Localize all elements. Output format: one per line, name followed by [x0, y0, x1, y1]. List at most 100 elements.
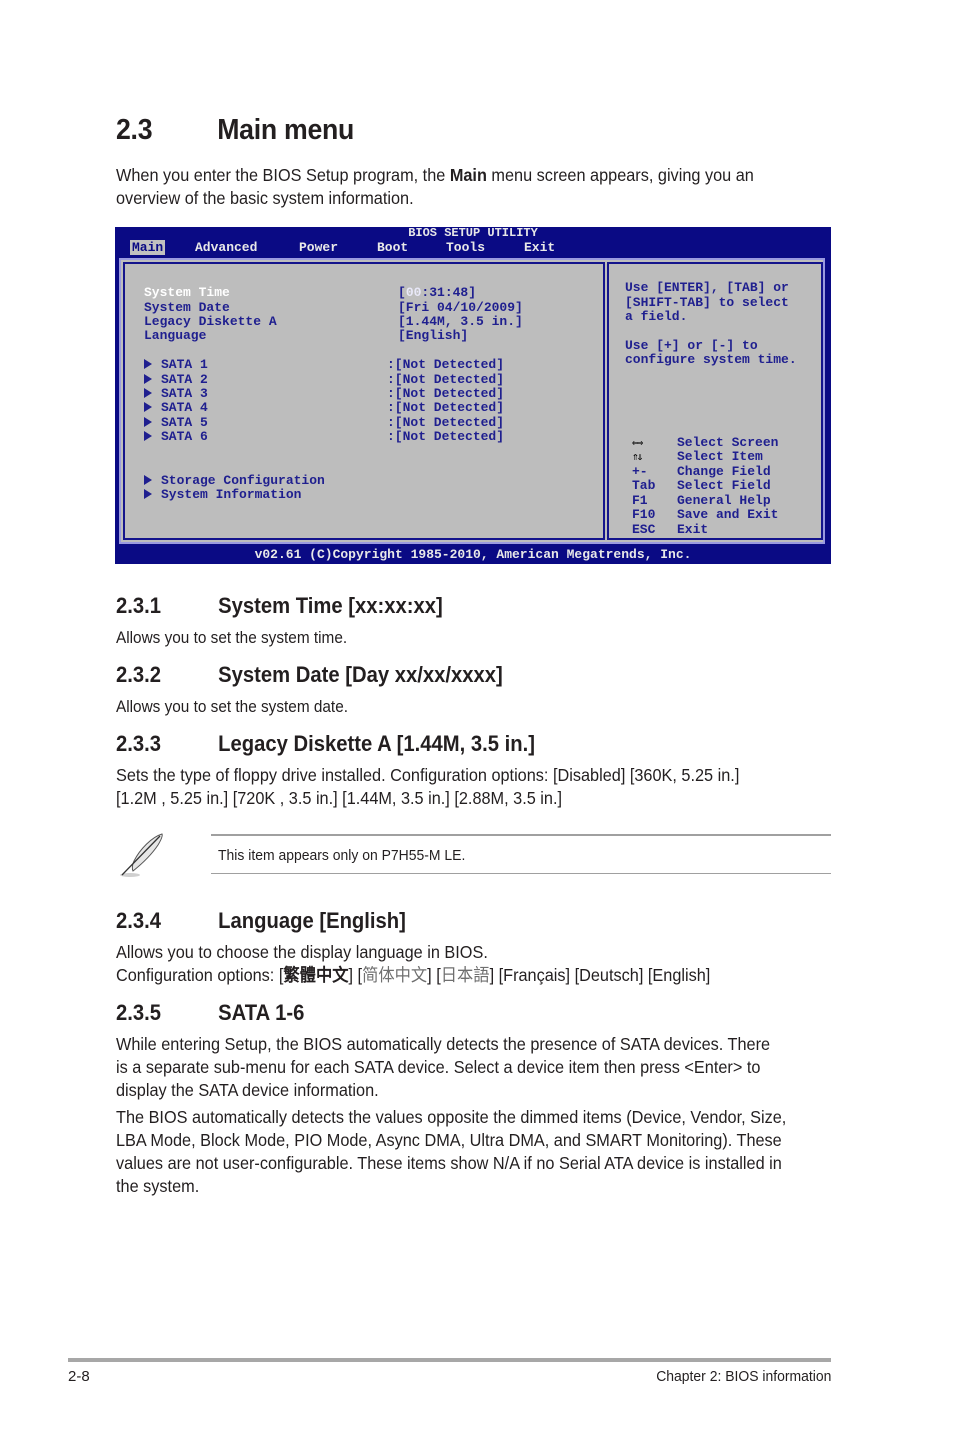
note-bottom-divider: [211, 873, 831, 874]
body-line: Allows you to choose the display languag…: [116, 942, 488, 962]
sata-label: SATA 1: [161, 357, 208, 372]
body-line: Sets the type of floppy drive installed.…: [116, 765, 740, 785]
bios-sata-value: :[Not Detected]: [387, 371, 505, 387]
feather-pen-icon: [116, 831, 168, 879]
bios-sata-item[interactable]: SATA 4: [144, 400, 208, 415]
bios-tab-tools[interactable]: Tools: [446, 240, 485, 255]
section-title: Main menu: [217, 114, 355, 146]
bios-tab-exit[interactable]: Exit: [524, 240, 555, 255]
submenu-label: Storage Configuration: [161, 473, 325, 488]
subsection-heading: 2.3.3 Legacy Diskette A [1.44M, 3.5 in.]: [116, 731, 535, 757]
subsection-title: SATA 1-6: [218, 1000, 305, 1025]
body-line: The BIOS automatically detects the value…: [116, 1107, 787, 1127]
sata-label: SATA 3: [161, 386, 208, 401]
subsection-number: 2.3.4: [116, 908, 162, 933]
subsection-title: System Date [Day xx/xx/xxxx]: [218, 662, 503, 687]
subsection-title: Legacy Diskette A [1.44M, 3.5 in.]: [218, 731, 535, 756]
bios-settings-panel: System Time [00:31:48] System Date [Fri …: [123, 262, 605, 540]
chapter-label: Chapter 2: BIOS information: [655, 1368, 831, 1385]
sata-label: SATA 6: [161, 429, 208, 444]
subsection-number: 2.3.1: [116, 593, 162, 618]
submenu-label: System Information: [161, 487, 302, 502]
bios-sata-value: :[Not Detected]: [387, 429, 505, 444]
bios-field-language-label[interactable]: Language: [144, 328, 206, 343]
subsection-body: Allows you to set the system date.: [116, 698, 348, 716]
bios-tab-advanced[interactable]: Advanced: [195, 240, 257, 255]
subsection-number: 2.3.5: [116, 1000, 162, 1025]
options-prefix: Configuration options:: [116, 965, 279, 985]
body-line: [1.2M , 5.25 in.] [720K , 3.5 in.] [1.44…: [116, 788, 563, 808]
bios-sata-item[interactable]: SATA 2: [144, 371, 208, 387]
help-line: Use [ENTER], [TAB] or: [625, 280, 789, 295]
bios-field-system-date-value[interactable]: [Fri 04/10/2009]: [398, 300, 523, 315]
submenu-arrow-icon: [144, 388, 152, 398]
bios-field-system-time-value[interactable]: [00:31:48]: [398, 285, 477, 300]
subsection-title: System Time [xx:xx:xx]: [218, 593, 443, 618]
key-label: ESC: [632, 522, 656, 537]
footer-divider: [68, 1358, 831, 1362]
subsection-body: Allows you to choose the display languag…: [116, 942, 711, 985]
language-option: 简体中文: [362, 965, 428, 985]
sata-label: SATA 5: [161, 415, 208, 430]
submenu-arrow-icon: [144, 489, 152, 499]
key-action: Select Item: [677, 449, 763, 464]
bios-tab-power[interactable]: Power: [299, 240, 338, 255]
submenu-arrow-icon: [144, 475, 152, 485]
key-action: Select Field: [677, 478, 771, 493]
subsection-title: Language [English]: [218, 908, 406, 933]
submenu-arrow-icon: [144, 417, 152, 427]
bios-sata-value: :[Not Detected]: [387, 400, 505, 415]
note-text: This item appears only on P7H55-M LE.: [218, 847, 466, 864]
bios-tab-boot[interactable]: Boot: [377, 240, 408, 255]
bios-menu-bar: Main Advanced Power Boot Tools Exit: [115, 240, 831, 255]
body-line: display the SATA device information.: [116, 1080, 379, 1100]
bios-tab-main[interactable]: Main: [130, 240, 166, 255]
time-rest: :31:48]: [421, 285, 477, 300]
submenu-arrow-icon: [144, 359, 152, 369]
bios-copyright: v02.61 (C)Copyright 1985-2010, American …: [254, 547, 692, 562]
language-option: 日本語: [440, 965, 490, 985]
subsection-heading: 2.3.2 System Date [Day xx/xx/xxxx]: [116, 662, 503, 688]
note-top-divider: [211, 834, 831, 836]
intro-bold: Main: [449, 165, 487, 185]
help-line: a field.: [625, 309, 688, 324]
intro-text-2: menu screen appears, giving you an: [486, 165, 754, 185]
sata-label: SATA 4: [161, 400, 208, 415]
intro-text: When you enter the BIOS Setup program, t…: [116, 165, 450, 185]
body-line: LBA Mode, Block Mode, PIO Mode, Async DM…: [116, 1130, 782, 1150]
language-option: English: [652, 965, 706, 985]
body-line: While entering Setup, the BIOS automatic…: [116, 1034, 771, 1054]
help-line: [SHIFT-TAB] to select: [625, 294, 789, 310]
bios-help-panel: Use [ENTER], [TAB] or [SHIFT-TAB] to sel…: [607, 262, 823, 540]
page-title: 2.3 Main menu: [116, 114, 354, 147]
submenu-arrow-icon: [144, 431, 152, 441]
bios-submenu-system-information[interactable]: System Information: [144, 487, 302, 502]
bios-sata-item[interactable]: SATA 6: [144, 429, 208, 444]
subsection-heading: 2.3.1 System Time [xx:xx:xx]: [116, 593, 443, 619]
subsection-body: Sets the type of floppy drive installed.…: [116, 764, 739, 810]
subsection-body: Allows you to set the system time.: [116, 629, 348, 647]
page-number: 2-8: [68, 1368, 90, 1385]
subsection-body: While entering Setup, the BIOS automatic…: [116, 1033, 770, 1102]
subsection-body: The BIOS automatically detects the value…: [116, 1106, 786, 1198]
subsection-heading: 2.3.5 SATA 1-6: [116, 1000, 304, 1026]
language-option: Français: [503, 965, 566, 985]
bios-sata-item[interactable]: SATA 1: [144, 357, 208, 372]
help-line: configure system time.: [625, 352, 797, 367]
bios-field-system-date-label[interactable]: System Date: [144, 300, 230, 315]
intro-paragraph: When you enter the BIOS Setup program, t…: [116, 164, 754, 210]
submenu-arrow-icon: [144, 402, 152, 412]
key-label: Tab: [632, 478, 656, 493]
time-hour-highlight: 00: [405, 285, 422, 300]
bios-field-language-value[interactable]: [English]: [398, 328, 468, 343]
bios-sata-value: :[Not Detected]: [387, 357, 505, 372]
bracket: [: [398, 285, 406, 300]
subsection-number: 2.3.2: [116, 662, 162, 687]
subsection-number: 2.3.3: [116, 731, 162, 756]
body-line: the system.: [116, 1176, 200, 1196]
section-number: 2.3: [116, 114, 153, 146]
bios-field-system-time-label[interactable]: System Time: [144, 285, 230, 300]
subsection-heading: 2.3.4 Language [English]: [116, 908, 406, 934]
sata-label: SATA 2: [161, 371, 208, 387]
key-action: Save and Exit: [677, 507, 779, 522]
